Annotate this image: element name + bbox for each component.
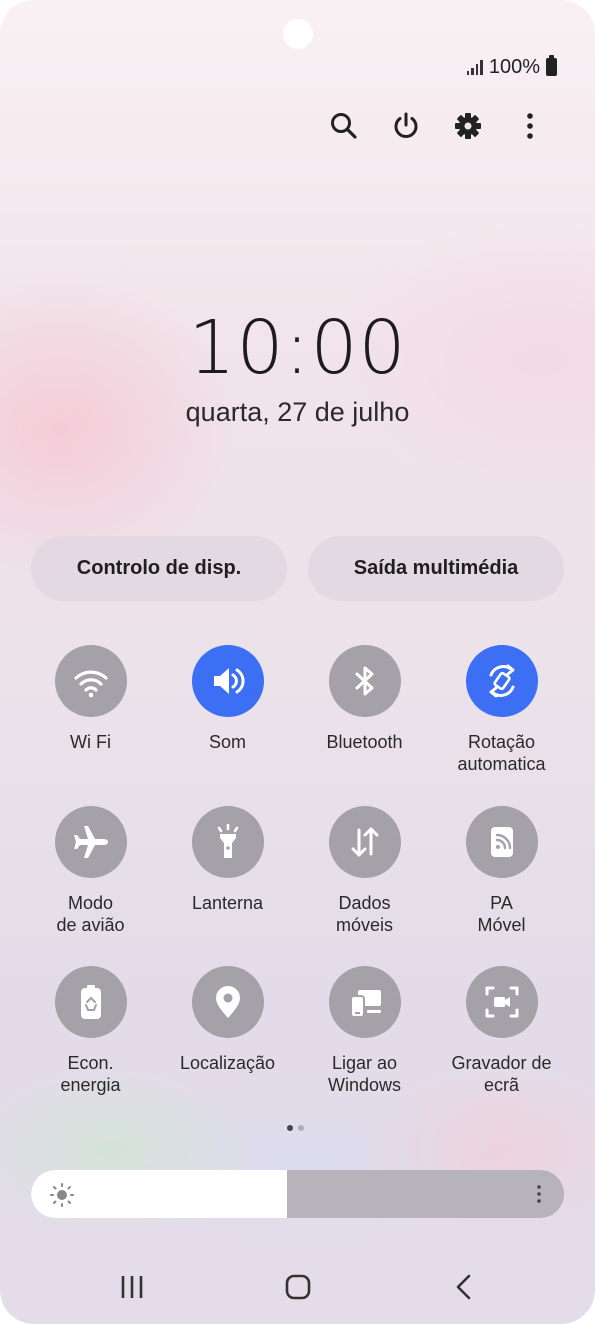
settings-gear-icon[interactable] (437, 100, 499, 152)
status-bar: 100% (466, 54, 557, 80)
sound-toggle[interactable] (191, 645, 264, 717)
more-options-icon[interactable] (499, 100, 561, 152)
mobile-hotspot-toggle[interactable] (465, 806, 538, 878)
clock-date[interactable]: quarta, 27 de julho (0, 397, 595, 428)
flashlight-icon (217, 823, 238, 858)
mobile-data-icon (351, 827, 378, 857)
tile-flashlight: Lanterna (159, 806, 296, 914)
recent-apps-button[interactable] (102, 1262, 162, 1312)
back-button[interactable] (434, 1262, 494, 1312)
tile-label: PA Móvel (477, 893, 526, 935)
mobile-data-toggle[interactable] (328, 806, 401, 878)
power-icon[interactable] (375, 100, 437, 152)
front-camera (283, 19, 313, 49)
tile-mobile-hotspot: PA Móvel (433, 806, 570, 936)
tile-auto-rotate: Rotação automatica (433, 645, 570, 775)
hotspot-icon (490, 827, 513, 857)
screen-recorder-toggle[interactable] (465, 966, 538, 1038)
bluetooth-toggle[interactable] (328, 645, 401, 717)
tile-sound: Som (159, 645, 296, 753)
location-toggle[interactable] (191, 966, 264, 1038)
power-saving-icon (80, 985, 101, 1019)
tile-wifi: Wi Fi (22, 645, 159, 753)
auto-rotate-icon (489, 664, 514, 698)
flashlight-toggle[interactable] (191, 806, 264, 878)
screen-recorder-icon (485, 986, 518, 1018)
tile-label: Gravador de ecrã (451, 1053, 552, 1095)
tile-link-to-windows: Ligar ao Windows (296, 966, 433, 1096)
tile-label: Lanterna (191, 893, 264, 913)
home-button[interactable] (268, 1262, 328, 1312)
brightness-slider[interactable] (31, 1170, 564, 1218)
clock-time[interactable]: 10:00 (0, 305, 595, 391)
bluetooth-icon (355, 666, 373, 696)
page-dot[interactable] (298, 1125, 304, 1131)
tile-label: Som (208, 732, 246, 752)
tile-screen-recorder: Gravador de ecrã (433, 966, 570, 1096)
tile-label: Ligar ao Windows (327, 1053, 402, 1095)
brightness-sun-icon (50, 1183, 74, 1207)
wifi-icon (73, 670, 108, 698)
signal-icon (466, 59, 483, 75)
tile-airplane: Modo de avião (22, 806, 159, 936)
tile-mobile-data: Dados móveis (296, 806, 433, 936)
battery-icon (546, 55, 557, 76)
tile-label: Rotação automatica (457, 732, 546, 774)
tile-label: Econ. energia (60, 1053, 121, 1095)
tile-bluetooth: Bluetooth (296, 645, 433, 753)
tile-label: Modo de avião (56, 893, 125, 935)
location-icon (215, 986, 240, 1018)
tile-label: Dados móveis (335, 893, 393, 935)
back-icon (456, 1274, 471, 1300)
recent-apps-icon (121, 1276, 143, 1298)
auto-rotate-toggle[interactable] (465, 645, 538, 717)
tile-power-saving: Econ. energia (22, 966, 159, 1096)
wifi-toggle[interactable] (54, 645, 127, 717)
airplane-icon (73, 826, 108, 858)
tile-label: Localização (179, 1053, 276, 1073)
brightness-more-icon[interactable] (528, 1183, 550, 1205)
page-indicator (287, 1125, 304, 1131)
link-to-windows-icon (349, 990, 381, 1018)
home-icon (285, 1274, 311, 1300)
device-control-button[interactable]: Controlo de disp. (31, 536, 287, 601)
top-actions (313, 100, 561, 152)
tile-label: Wi Fi (70, 732, 111, 752)
media-output-button[interactable]: Saída multimédia (308, 536, 564, 601)
power-saving-toggle[interactable] (54, 966, 127, 1038)
page-dot-active[interactable] (287, 1125, 293, 1131)
tile-label: Bluetooth (326, 732, 403, 752)
navigation-bar (0, 1262, 595, 1312)
link-to-windows-toggle[interactable] (328, 966, 401, 1038)
search-icon[interactable] (313, 100, 375, 152)
airplane-toggle[interactable] (54, 806, 127, 878)
sound-icon (213, 668, 244, 694)
tile-location: Localização (159, 966, 296, 1074)
quick-panel: 100% 10:00 quarta, 27 de julho Controlo … (0, 0, 595, 1324)
battery-percent: 100% (488, 55, 540, 78)
